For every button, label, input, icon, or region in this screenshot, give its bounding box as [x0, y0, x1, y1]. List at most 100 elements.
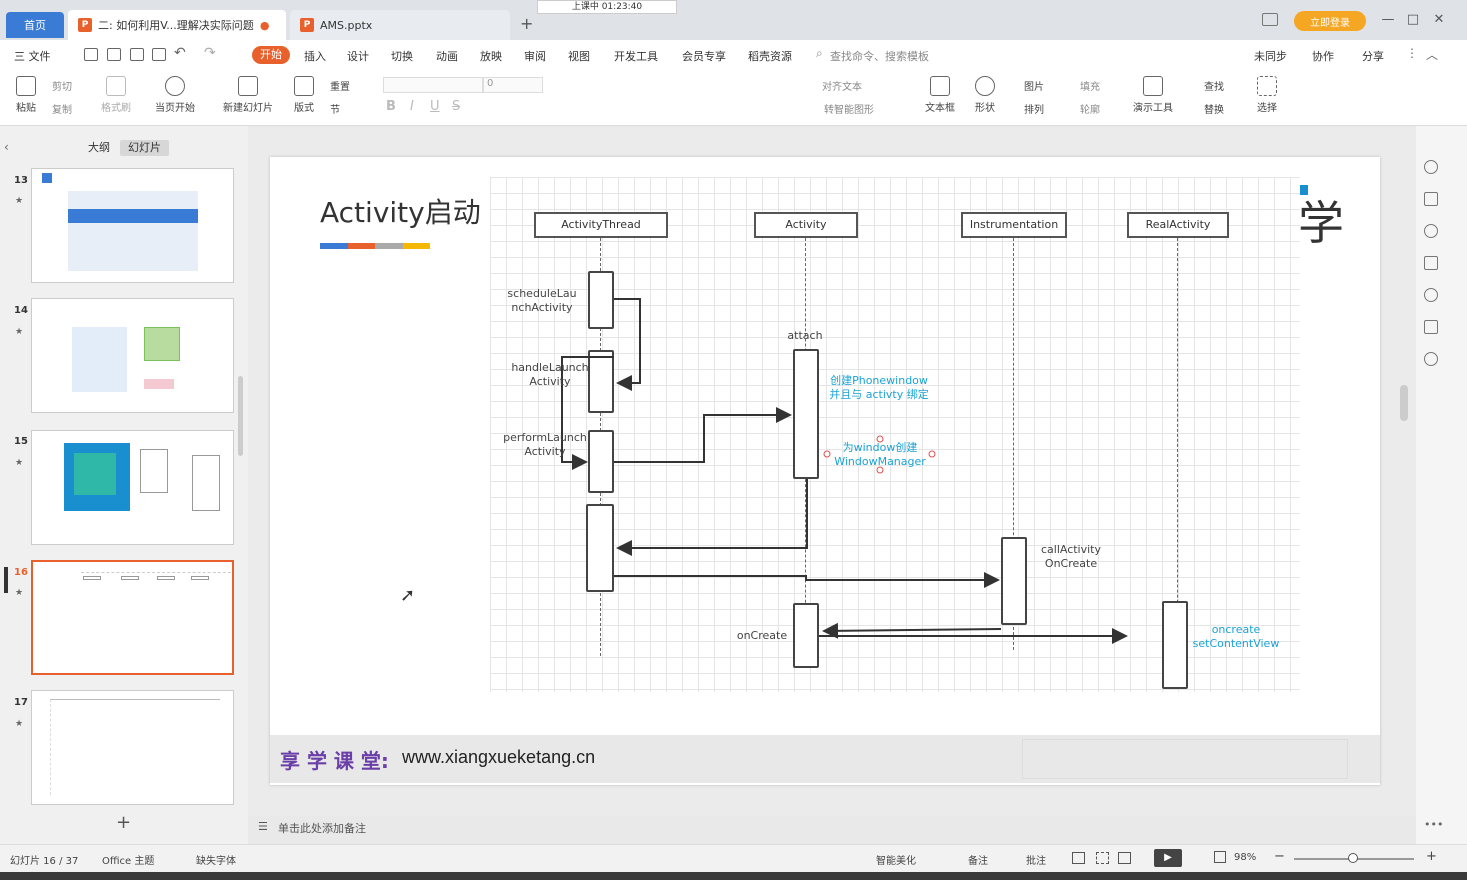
font-name-select[interactable]	[383, 77, 483, 93]
menu-insert[interactable]: 插入	[304, 48, 326, 64]
find-button[interactable]: 查找	[1204, 78, 1224, 93]
smart-beautify[interactable]: 智能美化	[876, 852, 916, 867]
layout-button[interactable]: 版式	[288, 76, 320, 114]
reset-button[interactable]: 重置	[330, 78, 350, 93]
replace-button[interactable]: 替换	[1204, 101, 1224, 116]
menu-developer[interactable]: 开发工具	[614, 48, 658, 64]
command-search[interactable]: 查找命令、搜索模板	[830, 48, 929, 64]
menu-start[interactable]: 开始	[252, 46, 290, 64]
settings-icon[interactable]	[1424, 192, 1438, 206]
shape-button[interactable]: 形状	[968, 76, 1002, 114]
zoom-in-icon[interactable]: +	[1426, 849, 1437, 864]
presenter-tools-button[interactable]: 演示工具	[1128, 76, 1178, 114]
location-icon[interactable]	[1424, 352, 1438, 366]
sorter-view-icon[interactable]	[1096, 852, 1109, 864]
arrange-button[interactable]: 排列	[1024, 101, 1044, 116]
save-icon[interactable]	[84, 48, 98, 61]
paste-button[interactable]: 粘贴	[10, 76, 42, 114]
zoom-out-icon[interactable]: −	[1274, 849, 1285, 864]
label-oncreate[interactable]: onCreate	[730, 629, 794, 643]
menu-member[interactable]: 会员专享	[682, 48, 726, 64]
label-perform[interactable]: performLaunch Activity	[498, 431, 592, 459]
new-tab-button[interactable]: +	[520, 14, 533, 33]
cut-button[interactable]: 剪切	[52, 78, 72, 93]
copy-button[interactable]: 复制	[52, 101, 72, 116]
menu-design[interactable]: 设计	[347, 48, 369, 64]
maximize-icon[interactable]: □	[1405, 12, 1421, 28]
menu-slideshow[interactable]: 放映	[480, 48, 502, 64]
add-slide-button[interactable]: +	[116, 812, 131, 833]
minimize-icon[interactable]: —	[1380, 12, 1396, 28]
slide-thumbnail[interactable]	[31, 690, 234, 805]
smart-art-button[interactable]: 转智能图形	[824, 101, 874, 116]
reading-view-icon[interactable]	[1118, 852, 1131, 864]
new-slide-button[interactable]: 新建幻灯片	[216, 76, 280, 114]
menu-transition[interactable]: 切换	[391, 48, 413, 64]
panel-scrollbar[interactable]	[238, 376, 243, 456]
theme-name[interactable]: Office 主题	[102, 852, 154, 867]
italic-icon[interactable]: I	[410, 99, 414, 114]
slide-thumbnail-current[interactable]	[31, 560, 234, 675]
menu-docer[interactable]: 稻壳资源	[748, 48, 792, 64]
play-slideshow-icon[interactable]: ▶	[1154, 849, 1182, 867]
picture-button[interactable]: 图片	[1024, 78, 1044, 93]
note-window-manager[interactable]: 为window创建 WindowManager	[830, 441, 930, 469]
tab-document-1[interactable]: P 二: 如何利用V...理解决实际问题 ●	[68, 10, 286, 40]
comments-toggle[interactable]: 批注	[1026, 852, 1046, 867]
section-button[interactable]: 节	[330, 101, 340, 116]
normal-view-icon[interactable]	[1072, 852, 1085, 864]
font-size-select[interactable]: 0	[483, 77, 543, 93]
slide-thumbnail[interactable]	[31, 168, 234, 283]
redo-icon[interactable]: ↷	[204, 45, 216, 61]
tab-slides[interactable]: 幻灯片	[120, 140, 169, 156]
fit-window-icon[interactable]	[1214, 851, 1226, 863]
tab-document-2[interactable]: P AMS.pptx	[290, 10, 510, 40]
tab-outline[interactable]: 大纲	[80, 140, 118, 156]
menu-file[interactable]: 三 文件	[14, 48, 51, 64]
sync-status[interactable]: 未同步	[1254, 48, 1287, 64]
export-icon[interactable]	[107, 48, 121, 61]
share-button[interactable]: 分享	[1362, 48, 1384, 64]
login-button[interactable]: 立即登录	[1294, 11, 1366, 31]
canvas-scrollbar[interactable]	[1400, 385, 1408, 421]
label-attach[interactable]: attach	[782, 329, 828, 343]
preview-icon[interactable]	[152, 48, 166, 61]
undo-icon[interactable]: ↶	[174, 45, 186, 61]
layout-icon[interactable]	[1262, 13, 1278, 26]
label-handle[interactable]: handleLaunch Activity	[508, 361, 592, 389]
slide-thumbnail[interactable]	[31, 298, 234, 413]
collapse-panel-icon[interactable]: ‹	[4, 140, 9, 154]
bold-icon[interactable]: B	[386, 99, 396, 114]
menu-view[interactable]: 视图	[568, 48, 590, 64]
tool-icon[interactable]	[1424, 160, 1438, 174]
slide[interactable]: Activity启动 学 ActivityThread Activity Ins…	[270, 157, 1380, 785]
slide-thumbnail[interactable]	[31, 430, 234, 545]
notes-placeholder[interactable]: 单击此处添加备注	[278, 820, 366, 836]
more-icon[interactable]: •••	[1424, 818, 1443, 831]
copy-tool-icon[interactable]	[1424, 256, 1438, 270]
print-icon[interactable]	[130, 48, 144, 61]
help-icon[interactable]	[1424, 288, 1438, 302]
notes-toggle[interactable]: 备注	[968, 852, 988, 867]
collapse-ribbon-icon[interactable]: ︿	[1426, 46, 1438, 63]
star-tool-icon[interactable]	[1424, 224, 1438, 238]
zoom-level[interactable]: 98%	[1234, 852, 1256, 863]
underline-icon[interactable]: U	[430, 99, 440, 114]
collaborate-button[interactable]: 协作	[1312, 48, 1334, 64]
format-painter-button[interactable]: 格式刷	[98, 76, 134, 114]
strikethrough-icon[interactable]: S	[452, 99, 460, 114]
zoom-slider-thumb[interactable]	[1348, 853, 1358, 863]
image-tool-icon[interactable]	[1424, 320, 1438, 334]
label-callactivity[interactable]: callActivity OnCreate	[1034, 543, 1108, 571]
menu-review[interactable]: 审阅	[524, 48, 546, 64]
close-icon[interactable]: ✕	[1431, 12, 1447, 28]
menu-animation[interactable]: 动画	[436, 48, 458, 64]
align-text-button[interactable]: 对齐文本	[822, 78, 862, 93]
fill-button[interactable]: 填充	[1080, 78, 1100, 93]
select-button[interactable]: 选择	[1252, 76, 1282, 114]
note-create-phonewindow[interactable]: 创建Phonewindow 并且与 activty 绑定	[826, 374, 932, 402]
more-icon[interactable]: ⋮	[1406, 46, 1418, 60]
label-schedule[interactable]: scheduleLau nchActivity	[502, 287, 582, 315]
outline-button[interactable]: 轮廓	[1080, 101, 1100, 116]
note-setcontentview[interactable]: oncreate setContentView	[1190, 623, 1282, 651]
